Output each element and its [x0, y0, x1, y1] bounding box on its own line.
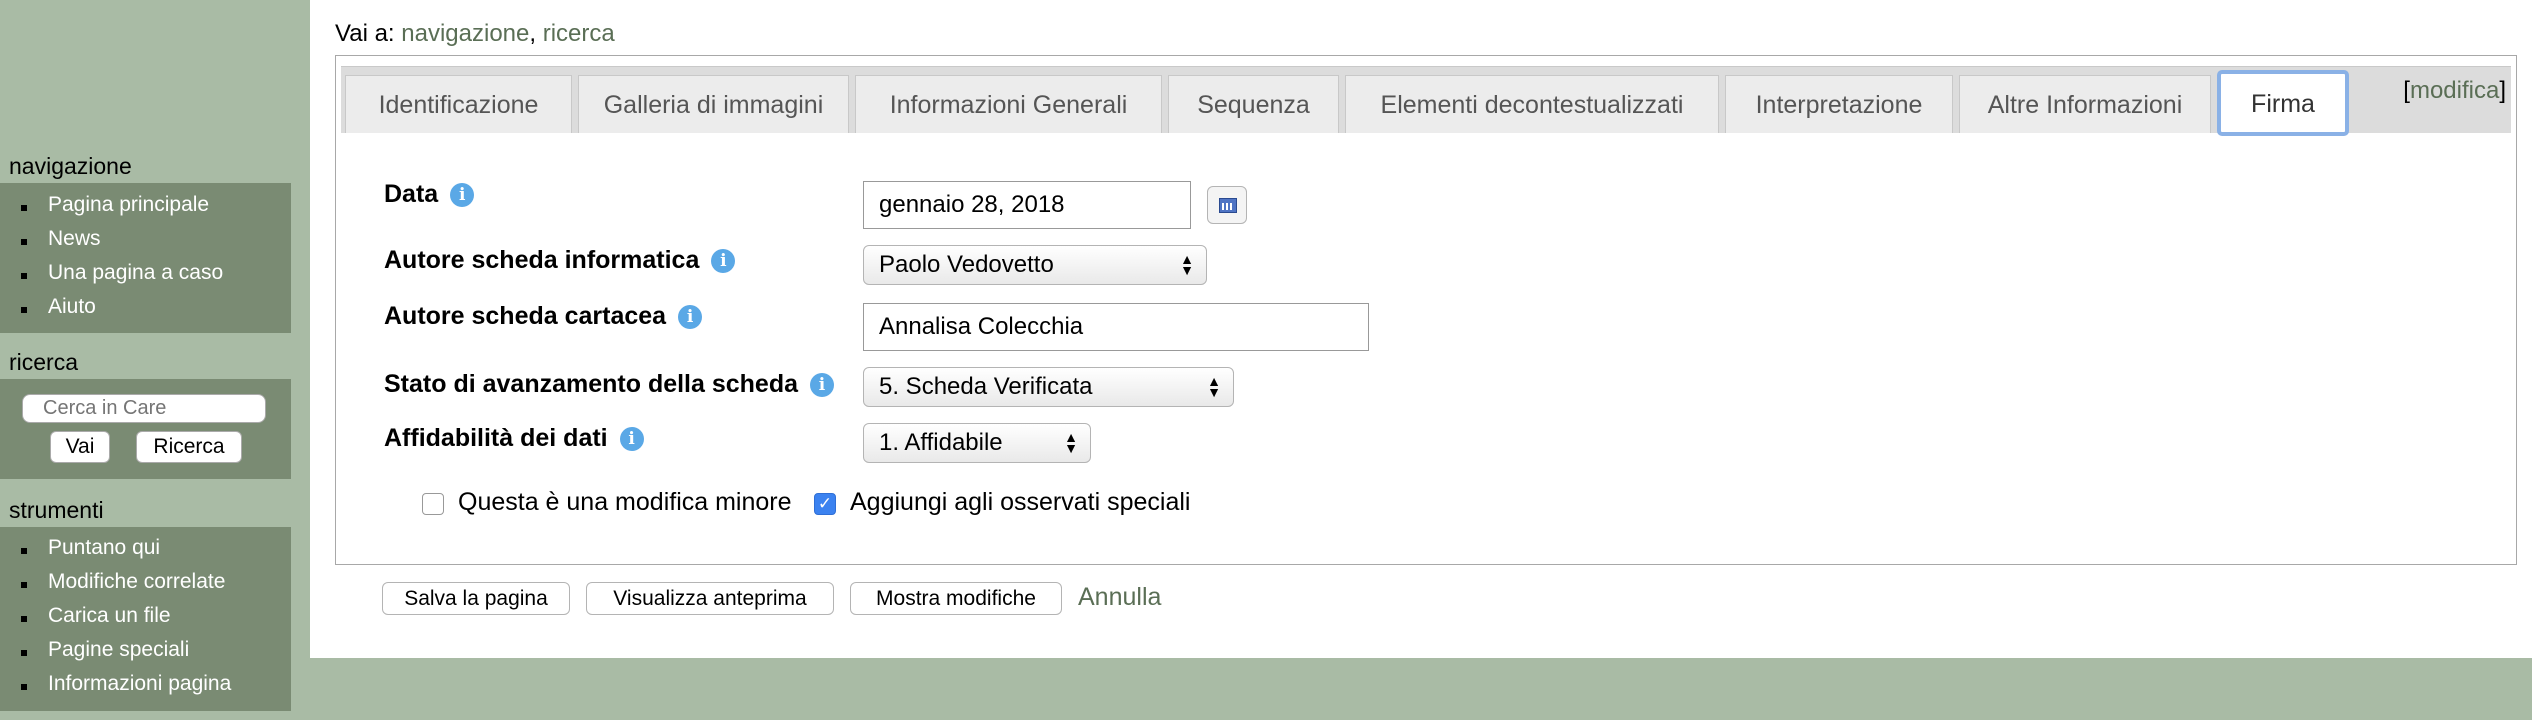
minor-edit-checkbox[interactable]	[422, 493, 444, 515]
tab-identificazione[interactable]: Identificazione	[345, 75, 572, 133]
reliability-label-text: Affidabilità dei dati	[384, 424, 608, 452]
sidebar-item-puntano-qui[interactable]: Puntano qui	[20, 536, 160, 560]
reliability-label: Affidabilità dei dati i	[384, 424, 644, 453]
tab-interpretazione[interactable]: Interpretazione	[1725, 75, 1953, 133]
content-area: Vai a: navigazione, ricerca Identificazi…	[310, 0, 2532, 658]
tab-firma[interactable]: Firma	[2217, 70, 2349, 136]
author-paper-input[interactable]	[863, 303, 1369, 351]
select-arrows-icon: ▲ ▼	[1180, 251, 1194, 278]
select-arrows-icon: ▲ ▼	[1207, 373, 1221, 400]
info-icon[interactable]: i	[678, 305, 703, 329]
status-label: Stato di avanzamento della scheda i	[384, 370, 835, 399]
sidebar-tools-panel: Puntano qui Modifiche correlate Carica u…	[0, 527, 291, 711]
preview-button[interactable]: Visualizza anteprima	[586, 582, 834, 615]
sidebar-item-aiuto[interactable]: Aiuto	[21, 295, 96, 319]
sidebar-search-title: ricerca	[9, 349, 79, 375]
sidebar-item-carica-file[interactable]: Carica un file	[21, 604, 171, 628]
sidebar-item-pagina-a-caso[interactable]: Una pagina a caso	[20, 261, 223, 285]
reliability-select[interactable]: 1. Affidabile ▲ ▼	[863, 423, 1091, 463]
jump-separator: ,	[529, 20, 537, 47]
author-paper-label-text: Autore scheda cartacea	[384, 302, 667, 330]
calendar-icon	[1219, 198, 1237, 213]
author-digital-label-text: Autore scheda informatica	[384, 246, 700, 274]
watch-checkbox[interactable]: ✓	[814, 493, 836, 515]
sidebar-item-news[interactable]: News	[21, 227, 101, 251]
watch-label: Aggiungi agli osservati speciali	[850, 488, 1191, 516]
info-icon[interactable]: i	[810, 373, 835, 397]
tab-sequenza[interactable]: Sequenza	[1168, 75, 1339, 133]
search-input[interactable]	[22, 394, 266, 423]
save-button[interactable]: Salva la pagina	[382, 582, 570, 615]
date-input[interactable]	[863, 181, 1191, 229]
info-icon[interactable]: i	[450, 183, 475, 207]
minor-edit-label: Questa è una modifica minore	[458, 488, 792, 516]
author-digital-label: Autore scheda informatica i	[384, 246, 736, 275]
cancel-link[interactable]: Annulla	[1078, 583, 1161, 612]
search-button[interactable]: Ricerca	[136, 431, 242, 463]
info-icon[interactable]: i	[619, 427, 644, 451]
status-label-text: Stato di avanzamento della scheda	[384, 370, 799, 398]
tab-bar: Identificazione Galleria di immagini Inf…	[341, 66, 2511, 136]
select-arrows-icon: ▲ ▼	[1064, 429, 1078, 456]
sidebar-item-informazioni-pagina[interactable]: Informazioni pagina	[20, 672, 231, 696]
author-paper-label: Autore scheda cartacea i	[384, 302, 703, 331]
sidebar-item-pagine-speciali[interactable]: Pagine speciali	[20, 638, 189, 662]
sidebar-navigation-panel: Pagina principale News Una pagina a caso…	[0, 183, 291, 333]
reliability-value: 1. Affidabile	[879, 429, 1003, 456]
show-changes-button[interactable]: Mostra modifiche	[850, 582, 1062, 615]
tab-altre-informazioni[interactable]: Altre Informazioni	[1959, 75, 2211, 133]
edit-section-link: [modifica]	[2403, 77, 2506, 105]
edit-close-bracket: ]	[2499, 77, 2506, 104]
form-panel: Identificazione Galleria di immagini Inf…	[335, 55, 2517, 565]
go-button[interactable]: Vai	[50, 431, 110, 463]
tab-elementi-decontestualizzati[interactable]: Elementi decontestualizzati	[1345, 75, 1719, 133]
sidebar-navigation-title: navigazione	[9, 153, 132, 179]
status-value: 5. Scheda Verificata	[879, 373, 1093, 400]
edit-link[interactable]: modifica	[2410, 77, 2499, 104]
jump-prefix: Vai a:	[335, 20, 395, 47]
jump-links: Vai a: navigazione, ricerca	[335, 20, 615, 48]
sidebar-item-pagina-principale[interactable]: Pagina principale	[20, 193, 209, 217]
date-label: Data i	[384, 180, 475, 209]
date-label-text: Data	[384, 180, 439, 208]
author-digital-value: Paolo Vedovetto	[879, 251, 1054, 278]
sidebar-item-modifiche-correlate[interactable]: Modifiche correlate	[20, 570, 225, 594]
tab-galleria-immagini[interactable]: Galleria di immagini	[578, 75, 849, 133]
sidebar-tools-title: strumenti	[9, 497, 104, 523]
info-icon[interactable]: i	[711, 249, 736, 273]
tab-informazioni-generali[interactable]: Informazioni Generali	[855, 75, 1162, 133]
jump-navigation-link[interactable]: navigazione	[401, 20, 529, 47]
author-digital-select[interactable]: Paolo Vedovetto ▲ ▼	[863, 245, 1207, 285]
calendar-button[interactable]	[1207, 186, 1247, 224]
status-select[interactable]: 5. Scheda Verificata ▲ ▼	[863, 367, 1234, 407]
edit-open-bracket: [	[2403, 77, 2410, 104]
jump-search-link[interactable]: ricerca	[543, 20, 615, 47]
